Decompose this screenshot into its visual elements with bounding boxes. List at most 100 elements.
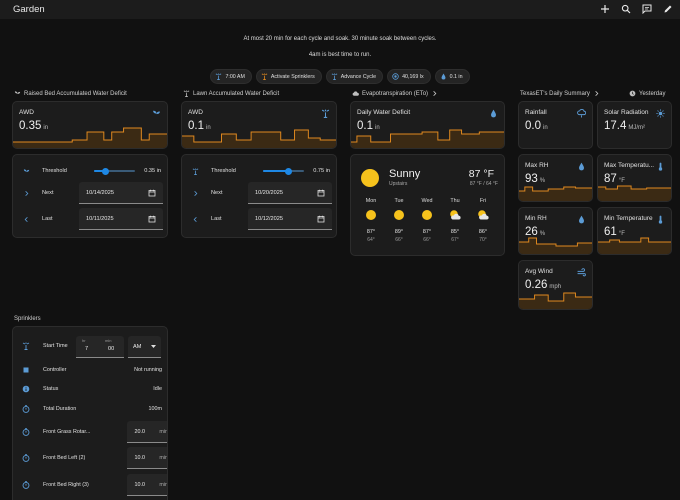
start-time-row: Start Time hr 7 min 00 AM [13, 336, 167, 358]
sprinkler-icon [191, 167, 199, 175]
chevron-right-icon [191, 189, 199, 197]
forecast-high: 85° [450, 229, 460, 235]
calendar-icon[interactable] [148, 215, 156, 223]
texaset-section-title[interactable]: TexasET's Daily Summary [520, 90, 600, 97]
yesterday-label: Yesterday [629, 90, 665, 97]
last-row: Last 10/11/2025 [13, 208, 167, 230]
forecast-low: 66° [395, 237, 403, 243]
solar-radiation-card[interactable]: Solar Radiation 17.4 MJ/m² [597, 101, 672, 149]
sunny-icon [366, 210, 376, 220]
next-date-field[interactable]: 10/14/2025 [79, 182, 163, 204]
zone-label: Front Grass Rotar... [43, 429, 91, 435]
chip-illuminance[interactable]: 40,169 lx [387, 69, 431, 84]
info-text-best-time: 4am is best time to run. [308, 52, 372, 58]
forecast-day: Fri 86° 70° [471, 198, 495, 243]
row-value: Not running [134, 367, 162, 373]
calendar-icon[interactable] [317, 215, 325, 223]
minute-value[interactable]: 00 [108, 346, 114, 352]
row-label: Total Duration [43, 406, 77, 412]
chip-activate-sprinklers[interactable]: Activate Sprinklers [255, 69, 322, 84]
zone-duration-input[interactable]: 10.0 min [127, 447, 167, 469]
weather-hi-lo: 87 °F / 64 °F [469, 181, 498, 187]
zone-duration-value[interactable]: 10.0 [132, 455, 146, 461]
hour-value[interactable]: 7 [85, 346, 88, 352]
time-input[interactable]: hr 7 min 00 [76, 336, 124, 358]
min-rh-card[interactable]: Min RH 26% [518, 207, 593, 255]
slider-knob[interactable] [285, 167, 293, 175]
assist-chat-icon[interactable] [641, 3, 653, 15]
et-deficit-card[interactable]: Daily Water Deficit 0.1 in [350, 101, 505, 149]
water-drop-icon [489, 109, 498, 118]
sprinklers-section-title: Sprinklers [14, 316, 41, 322]
ampm-select[interactable]: AM [128, 336, 161, 358]
chip-rain[interactable]: 0.1 in [434, 69, 470, 84]
calendar-icon[interactable] [317, 189, 325, 197]
et-section-title[interactable]: Evapotranspiration (ETo) [352, 90, 438, 97]
timer-icon [22, 481, 30, 489]
wind-icon [577, 268, 586, 277]
timer-icon [22, 454, 30, 462]
chip-label: 7:00 AM [225, 73, 245, 80]
et-sparkline [351, 129, 504, 148]
next-date-field[interactable]: 10/20/2025 [248, 182, 332, 204]
row-value: Idle [153, 386, 162, 392]
sprout-icon [14, 91, 21, 97]
zone-duration-input[interactable]: 20.0 min [127, 421, 168, 443]
raised-awd-card[interactable]: AWD 0.35 in [12, 101, 168, 149]
date-value: 10/20/2025 [255, 189, 283, 196]
threshold-row: Threshold 0.35 in [13, 160, 167, 182]
max-temperature-card[interactable]: Max Temperatu... 87 °F [597, 154, 672, 202]
sprout-icon [22, 167, 30, 175]
forecast-day-name: Thu [450, 198, 460, 204]
avg-wind-sparkline [519, 292, 592, 309]
date-value: 10/11/2025 [86, 215, 114, 222]
last-row: Last 10/12/2025 [182, 208, 336, 230]
chevron-left-icon [191, 215, 199, 223]
forecast-day: Thu 85° 67° [443, 198, 467, 243]
card-label: AWD [19, 109, 34, 116]
chip-label: Advance Cycle [340, 73, 377, 80]
last-date-field[interactable]: 10/12/2025 [248, 208, 332, 230]
card-label: Min RH [525, 215, 547, 222]
calendar-icon[interactable] [148, 189, 156, 197]
dropdown-arrow-icon [151, 345, 156, 348]
slider-knob[interactable] [102, 167, 110, 175]
zone-row: Front Bed Right (3) 10.0 min [13, 474, 167, 496]
add-icon[interactable] [599, 3, 611, 15]
zone-duration-input[interactable]: 10.0 min [127, 474, 167, 496]
forecast-day: Tue 89° 66° [387, 198, 411, 243]
chip-label: 40,169 lx [402, 73, 424, 80]
next-row: Next 10/20/2025 [182, 182, 336, 204]
card-value: 0.0 in [525, 120, 548, 132]
sprinkler-icon [183, 90, 190, 97]
edit-pencil-icon[interactable] [662, 3, 674, 15]
chevron-right-icon [595, 91, 599, 96]
status-row: Status Idle [13, 379, 167, 399]
chip-advance-cycle[interactable]: Advance Cycle [325, 69, 384, 84]
threshold-slider[interactable] [263, 167, 304, 175]
sprinkler-icon [321, 109, 330, 118]
row-label: Status [43, 386, 59, 392]
search-icon[interactable] [620, 3, 632, 15]
zone-duration-value[interactable]: 10.0 [132, 482, 146, 488]
last-date-field[interactable]: 10/11/2025 [79, 208, 163, 230]
max-rh-card[interactable]: Max RH 93% [518, 154, 593, 202]
rainfall-card[interactable]: Rainfall 0.0 in [518, 101, 593, 149]
zone-duration-value[interactable]: 20.0 [132, 429, 146, 435]
weather-forecast-card[interactable]: Sunny Upstairs 87 °F 87 °F / 64 °F Mon 8… [350, 154, 505, 256]
threshold-slider[interactable] [94, 167, 135, 175]
sunny-icon [361, 169, 379, 187]
lawn-awd-card[interactable]: AWD 0.1 in [181, 101, 337, 149]
forecast-day-name: Fri [479, 198, 487, 204]
weather-location: Upstairs [389, 181, 408, 187]
max-temp-sparkline [598, 185, 671, 201]
zone-duration-unit: min [159, 429, 168, 435]
avg-wind-card[interactable]: Avg Wind 0.26 mph [518, 260, 593, 310]
sun-icon [656, 109, 665, 118]
chip-start-time[interactable]: 7:00 AM [210, 69, 252, 84]
last-label: Last [211, 216, 222, 222]
card-label: Max RH [525, 162, 549, 169]
forecast-low: 64° [367, 237, 375, 243]
min-temperature-card[interactable]: Min Temperature 61 °F [597, 207, 672, 255]
forecast-low: 66° [423, 237, 431, 243]
